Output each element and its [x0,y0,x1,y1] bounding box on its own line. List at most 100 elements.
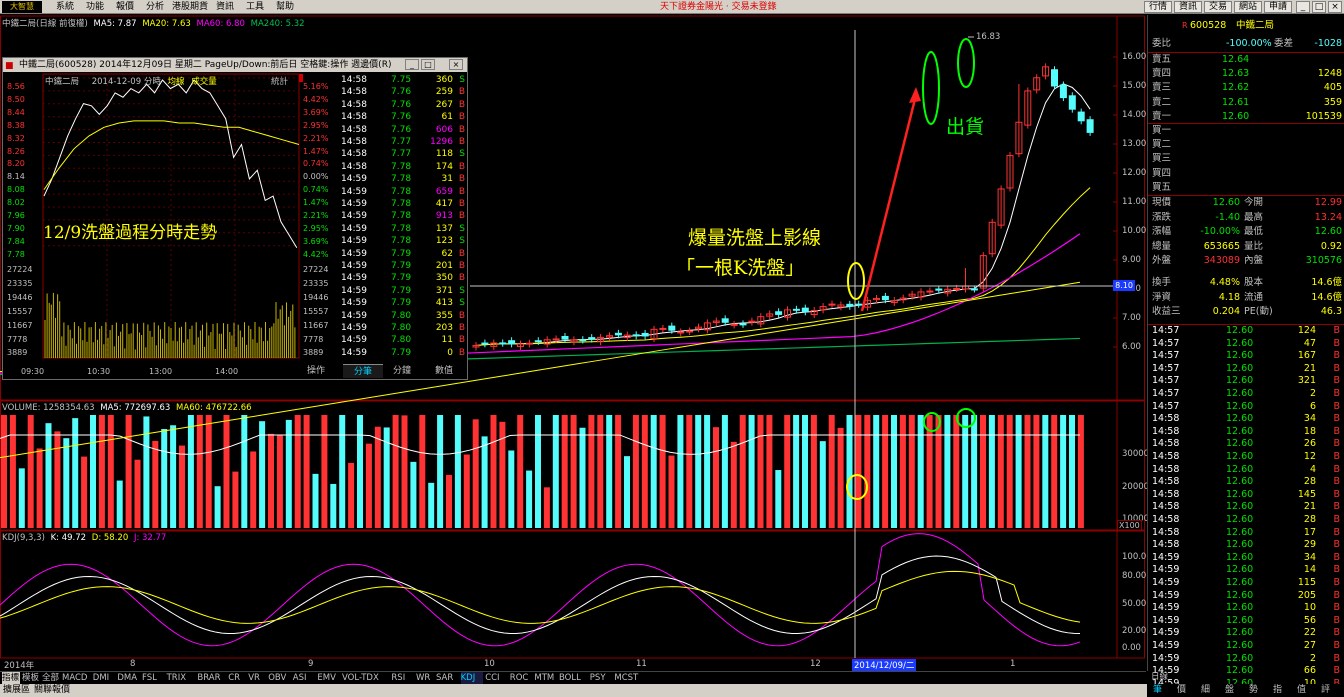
popup-left-axis-label: 8.20 [7,159,25,169]
indicator-tab-psy[interactable]: PSY [590,672,613,684]
right-tab[interactable]: 筆 [1153,684,1162,697]
indicator-tab-vol-tdx[interactable]: VOL-TDX [342,672,389,684]
popup-right-axis-label: 4.42% [303,94,329,104]
right-tab[interactable]: 值 [1297,684,1306,697]
bid-label: 買一 [1152,125,1172,136]
menu-quote[interactable]: 報價 [116,0,134,14]
price-axis-label: 12.00 [1122,168,1147,178]
indicator-tab-cci[interactable]: CCI [485,672,508,684]
indicator-tab-wr[interactable]: WR [416,672,434,684]
extension-area-button[interactable]: 擴展區 [3,684,30,697]
kdj-k: K: 49.72 [50,533,87,543]
tick-volume: 659 [435,186,453,197]
minimize-icon[interactable]: _ [1296,1,1310,13]
apply-button[interactable]: 申請 [1264,1,1292,13]
popup-tab-values[interactable]: 數值 [435,364,453,378]
right-tab[interactable]: 指 [1273,684,1282,697]
right-tab[interactable]: 價 [1177,684,1186,697]
menu-analysis[interactable]: 分析 [146,0,164,14]
indicator-tab-mtm[interactable]: MTM [534,672,557,684]
right-tab[interactable]: 評 [1321,684,1330,697]
popup-minimize-icon[interactable]: _ [405,59,419,70]
ask-label: 賣五 [1152,54,1172,65]
indicator-tab-brar[interactable]: BRAR [197,672,226,684]
volume-ma60: MA60: 476722.66 [176,403,252,413]
indicator-tab-fsl[interactable]: FSL [142,672,165,684]
rt-side: B [1333,589,1340,601]
popup-right-axis-label: 0.00% [303,172,329,182]
tick-side: B [458,186,465,197]
main-chart[interactable]: 中鐵二局(日線 前復權) MA5: 7.87 MA20: 7.63 MA60: … [0,15,1152,671]
maximize-icon[interactable]: □ [1312,1,1326,13]
top-candle-circle-2 [957,38,975,88]
price-header: 中鐵二局(日線 前復權) MA5: 7.87 MA20: 7.63 MA60: … [2,17,305,29]
indicator-tab-obv[interactable]: OBV [268,672,291,684]
indicator-tab-cr[interactable]: CR [228,672,246,684]
popup-right-axis-label: 2.95% [303,120,329,130]
menu-hk-futures[interactable]: 港股期貨 [172,0,208,14]
realtime-tick-row: 14:59 12.60 10 B [1148,602,1344,615]
stat-value: -1.40 [1215,211,1240,223]
indicator-tab-dmi[interactable]: DMI [93,672,116,684]
rt-time: 14:58 [1152,451,1180,462]
tick-volume: 174 [435,161,453,172]
popup-tab-ticks[interactable]: 分筆 [343,364,383,378]
stat-label: 外盤 [1152,255,1172,267]
info-button[interactable]: 資訊 [1174,1,1202,13]
menu-info[interactable]: 資訊 [216,0,234,14]
quote-button[interactable]: 行情 [1144,1,1172,13]
popup-titlebar[interactable]: ■ 中鐵二局(600528) 2014年12月09日 星期二 PageUp/Do… [3,58,467,72]
tick-price: 7.77 [391,137,412,147]
close-icon[interactable]: × [1328,1,1342,13]
popup-restore-icon[interactable]: □ [421,59,435,70]
indicator-tab-macd[interactable]: MACD [62,672,91,684]
indicator-tab-roc[interactable]: ROC [510,672,533,684]
indicator-tab-kdj[interactable]: KDJ [460,672,484,684]
menu-help[interactable]: 幫助 [276,0,294,14]
indicator-tab-asi[interactable]: ASI [293,672,316,684]
rt-volume: 56 [1303,614,1316,626]
tick-time: 14:58 [341,137,367,147]
realtime-tick-row: 14:58 12.60 145 B [1148,489,1344,502]
popup-close-icon[interactable]: × [449,59,463,70]
popup-stats-button[interactable]: 統計 [271,75,288,87]
right-tab[interactable]: 細 [1201,684,1210,697]
intraday-popup[interactable]: ■ 中鐵二局(600528) 2014年12月09日 星期二 PageUp/Do… [2,57,468,380]
rt-volume: 17 [1303,526,1316,538]
rt-volume: 10 [1303,602,1316,614]
related-quote-button[interactable]: 關聯報價 [34,684,70,697]
ask-price: 12.64 [1222,54,1250,65]
tick-time: 14:59 [341,236,367,247]
indicator-tab-emv[interactable]: EMV [317,672,340,684]
website-button[interactable]: 網站 [1234,1,1262,13]
indicator-tab-rsi[interactable]: RSI [391,672,414,684]
popup-tick-row: 14:59 7.78 123 S [341,235,467,247]
indicator-tab-全部[interactable]: 全部 [42,672,60,684]
indicator-tab-sar[interactable]: SAR [436,672,459,684]
menu-system[interactable]: 系統 [56,0,74,14]
popup-right-axis-label: 23335 [303,278,329,288]
webi-label: 委比 [1152,38,1172,49]
tick-volume: 417 [435,199,453,209]
indicator-tab-dma[interactable]: DMA [117,672,140,684]
right-tab[interactable]: 盤 [1225,684,1234,697]
indicator-tab-指標[interactable]: 指標 [2,672,20,684]
right-tab[interactable]: 勢 [1249,684,1258,697]
indicator-tab-vr[interactable]: VR [248,672,266,684]
menu-tools[interactable]: 工具 [246,0,264,14]
rt-time: 14:59 [1152,602,1180,614]
menu-function[interactable]: 功能 [86,0,104,14]
popup-tab-operate[interactable]: 操作 [307,364,325,378]
rt-price: 12.60 [1226,388,1254,399]
trade-button[interactable]: 交易 [1204,1,1232,13]
popup-tick-row: 14:58 7.77 118 S [341,148,467,160]
indicator-tab-trix[interactable]: TRIX [167,672,196,684]
popup-tick-row: 14:58 7.76 267 B [341,99,467,111]
popup-right-axis-label: 11667 [303,320,329,330]
popup-tab-minutes[interactable]: 分鐘 [393,364,411,378]
indicator-tab-模板[interactable]: 模板 [22,672,40,684]
rt-price: 12.60 [1226,564,1254,576]
bid-row: 買二 [1148,138,1344,152]
indicator-tab-boll[interactable]: BOLL [559,672,588,684]
indicator-tab-mcst[interactable]: MCST [614,672,643,684]
